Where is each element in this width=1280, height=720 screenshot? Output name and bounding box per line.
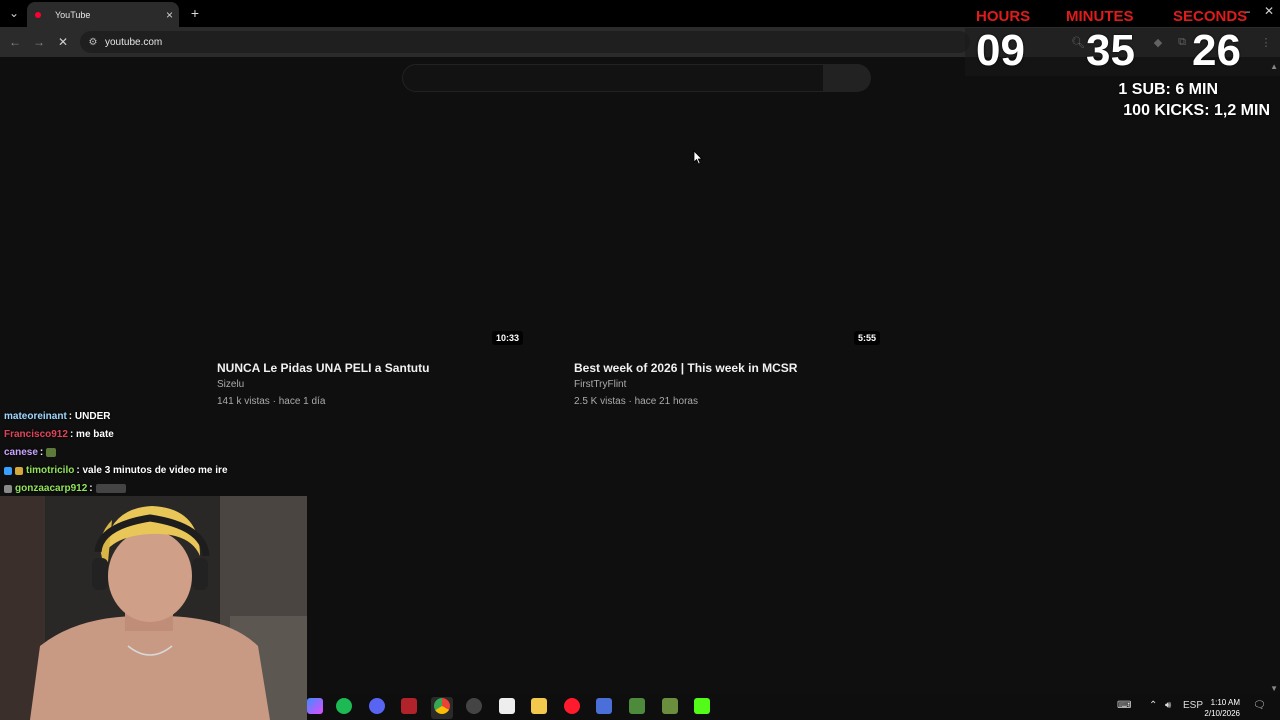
chevron-down-icon: ⌄ <box>8 6 20 20</box>
window-controls: – ✕ <box>1243 4 1274 18</box>
mouse-cursor-icon <box>693 150 703 165</box>
stop-icon: ✕ <box>57 35 69 49</box>
notification-icon[interactable]: 🗨 <box>1253 700 1266 711</box>
chat-text: : <box>39 447 44 458</box>
user-badge-icon <box>4 484 12 493</box>
subscriber-badge-icon <box>4 466 12 475</box>
chat-text: : <box>89 483 93 494</box>
clock-time: 1:10 AM <box>1210 698 1240 707</box>
app-icon[interactable] <box>596 698 612 714</box>
copilot-icon[interactable] <box>307 698 323 714</box>
video-channel[interactable]: FirstTryFlint <box>574 379 626 390</box>
gift-badge-icon <box>15 466 23 475</box>
new-tab-button[interactable]: + <box>188 4 202 22</box>
voicemeeter-icon[interactable] <box>401 698 417 714</box>
discord-icon[interactable] <box>369 698 385 714</box>
video-title[interactable]: Best week of 2026 | This week in MCSR <box>574 361 797 375</box>
chat-message: canese : <box>4 447 57 458</box>
chat-message: Francisco912 : me bate <box>4 429 114 440</box>
tab-search-dropdown[interactable]: ⌄ <box>4 4 24 22</box>
scroll-down-icon[interactable]: ▼ <box>1270 684 1278 693</box>
keyboard-icon[interactable]: ⌨ <box>1117 700 1131 711</box>
chat-username: gonzaacarp912 <box>15 483 88 494</box>
webcam-image <box>0 496 307 720</box>
emote-icon <box>46 448 57 457</box>
emote-icon <box>95 484 126 493</box>
search-button[interactable] <box>824 64 871 92</box>
scroll-up-icon[interactable]: ▲ <box>1270 62 1278 71</box>
taskbar-clock[interactable]: 1:10 AM 2/10/2026 <box>1204 697 1240 719</box>
back-arrow-icon: ← <box>9 35 21 49</box>
chat-message: mateoreinant : UNDER <box>4 411 110 422</box>
chat-username: timotricilo <box>26 465 75 476</box>
youtube-favicon-icon <box>35 11 41 18</box>
minutes-label: MINUTES <box>1066 8 1134 25</box>
clock-date: 2/10/2026 <box>1204 709 1240 718</box>
site-info-icon[interactable]: ⚙ <box>87 36 99 48</box>
tab-youtube[interactable]: YouTube × <box>27 2 179 27</box>
close-window-icon[interactable]: ✕ <box>1264 4 1274 18</box>
minutes-value: 35 <box>1086 26 1135 75</box>
video-duration: 10:33 <box>492 331 524 345</box>
tab-close-icon[interactable]: × <box>166 8 173 22</box>
address-bar[interactable]: ⚙ youtube.com <box>80 31 970 53</box>
chat-text: : UNDER <box>68 411 111 422</box>
obs-icon[interactable] <box>466 698 482 714</box>
video-channel[interactable]: Sizelu <box>217 379 244 390</box>
sub-goal-text: 1 SUB: 6 MIN <box>1118 81 1218 98</box>
search-input[interactable] <box>402 64 824 92</box>
seconds-label: SECONDS <box>1173 8 1248 25</box>
chat-text: : vale 3 minutos de video me ire <box>76 465 228 476</box>
chat-text: : me bate <box>69 429 114 440</box>
spotify-icon[interactable] <box>336 698 352 714</box>
url-text: youtube.com <box>105 36 163 48</box>
taskbar: ⌨ ⌃ 🔊︎ ESP 1:10 AM 2/10/2026 🗨 <box>307 694 1280 720</box>
chat-message: gonzaacarp912 : <box>4 483 126 494</box>
forward-arrow-icon: → <box>33 35 45 49</box>
chat-message: timotricilo : vale 3 minutos de video me… <box>4 465 228 476</box>
forward-button[interactable]: → <box>30 33 48 51</box>
stop-loading-button[interactable]: ✕ <box>54 33 72 51</box>
chat-username: canese <box>4 447 38 458</box>
video-thumbnail[interactable] <box>574 110 881 348</box>
volume-icon[interactable]: 🔊︎ <box>1165 700 1171 711</box>
chat-username: Francisco912 <box>4 429 68 440</box>
file-explorer-icon[interactable] <box>531 698 547 714</box>
opera-gx-icon[interactable] <box>564 698 580 714</box>
hours-value: 09 <box>976 26 1025 75</box>
video-title[interactable]: NUNCA Le Pidas UNA PELI a Santutu <box>217 361 429 375</box>
chrome-icon[interactable] <box>434 698 450 714</box>
plus-icon: + <box>190 5 200 21</box>
tiktok-live-icon[interactable] <box>499 698 515 714</box>
hours-label: HOURS <box>976 8 1031 25</box>
minecraft-launcher-icon[interactable] <box>629 698 645 714</box>
back-button[interactable]: ← <box>6 33 24 51</box>
video-meta: 141 k vistas · hace 1 día <box>217 396 326 407</box>
video-thumbnail[interactable] <box>217 110 524 348</box>
video-duration: 5:55 <box>854 331 881 345</box>
language-indicator[interactable]: ESP <box>1183 700 1203 711</box>
webcam-overlay <box>0 496 307 720</box>
chevron-up-icon[interactable]: ⌃ <box>1149 700 1157 711</box>
seconds-value: 26 <box>1192 26 1241 75</box>
tab-title: YouTube <box>55 9 91 20</box>
kick-icon[interactable] <box>694 698 710 714</box>
minecraft-icon[interactable] <box>662 698 678 714</box>
video-meta: 2.5 K vistas · hace 21 horas <box>574 396 698 407</box>
kicks-goal-text: 100 KICKS: 1,2 MIN <box>1123 102 1270 119</box>
chat-username: mateoreinant <box>4 411 67 422</box>
